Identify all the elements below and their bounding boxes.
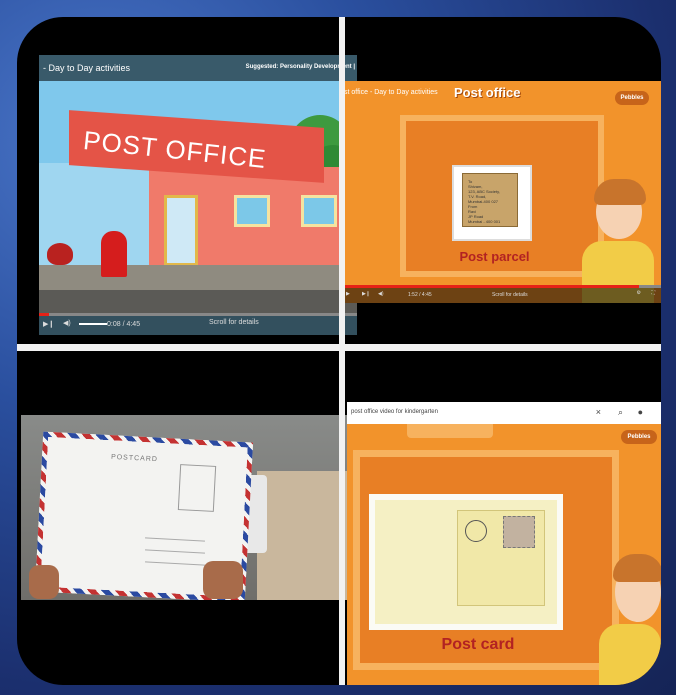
settings-icon[interactable]: ⚙ xyxy=(637,290,641,296)
collage-frame: POST OFFICE - Day to Day activities Sugg… xyxy=(17,17,661,685)
video-time: 0:08 / 4:45 xyxy=(107,321,141,328)
search-bar[interactable]: post office video for kindergarten × ⌕ ● xyxy=(347,402,661,424)
boy-character-hair xyxy=(613,554,661,582)
background-fabric xyxy=(257,471,347,600)
progress-fill xyxy=(39,313,49,316)
photo-panel-postcard: POSTCARD xyxy=(21,415,351,600)
search-input[interactable]: post office video for kindergarten xyxy=(351,409,438,415)
boy-character-hair xyxy=(594,179,646,205)
video-panel-post-parcel[interactable]: st office - Day to Day activities Post o… xyxy=(342,81,661,303)
next-icon[interactable]: ▶❙ xyxy=(362,291,370,297)
volume-slider[interactable] xyxy=(79,323,107,325)
play-icon[interactable]: ▶ xyxy=(346,291,350,297)
scene-title-tab xyxy=(407,424,493,438)
volume-icon[interactable]: ◀) xyxy=(378,291,384,297)
vertical-divider xyxy=(339,17,345,685)
door xyxy=(164,195,198,266)
video-panel-post-card[interactable]: post office video for kindergarten × ⌕ ●… xyxy=(347,402,661,685)
progress-bar[interactable] xyxy=(342,285,661,288)
video-panel-post-office[interactable]: POST OFFICE - Day to Day activities Sugg… xyxy=(39,55,357,335)
pebbles-logo: Pebbles xyxy=(615,91,649,105)
video-controls: ▶ ▶❙ ◀) 1:52 / 4:45 Scroll for details ⚙… xyxy=(342,285,661,303)
stamp-box xyxy=(177,464,217,512)
hand xyxy=(203,561,243,599)
scroll-hint[interactable]: Scroll for details xyxy=(492,292,528,298)
mail-bag xyxy=(47,243,73,265)
progress-fill xyxy=(342,285,639,288)
window xyxy=(301,195,337,227)
boy-character-body xyxy=(599,624,661,685)
hand xyxy=(29,565,59,599)
stamp-icon xyxy=(503,516,535,548)
road xyxy=(39,290,357,315)
video-controls: ▶❙ ◀) 0:08 / 4:45 Scroll for details xyxy=(39,313,357,335)
video-title-bar: - Day to Day activities Suggested: Perso… xyxy=(39,55,357,81)
microphone-icon[interactable]: ● xyxy=(638,407,643,417)
parcel-label: To Shivam, 123, ABC Society, T.V. Road, … xyxy=(468,179,501,224)
window xyxy=(234,195,270,227)
horizontal-divider xyxy=(17,344,661,351)
progress-bar[interactable] xyxy=(39,313,357,316)
caption-post-card: Post card xyxy=(441,636,515,653)
search-icon[interactable]: ⌕ xyxy=(618,407,623,418)
post-box xyxy=(101,231,127,277)
fullscreen-icon[interactable]: ⛶ xyxy=(651,290,655,296)
scroll-hint[interactable]: Scroll for details xyxy=(209,319,259,326)
scene-title: Post office xyxy=(454,85,521,100)
video-title[interactable]: st office - Day to Day activities xyxy=(344,89,438,96)
video-title[interactable]: - Day to Day activities xyxy=(43,63,130,73)
video-time: 1:52 / 4:45 xyxy=(408,292,432,298)
clear-icon[interactable]: × xyxy=(596,407,601,417)
play-pause-icon[interactable]: ▶❙ xyxy=(43,320,54,328)
volume-icon[interactable]: ◀) xyxy=(63,319,71,327)
postmark-icon xyxy=(465,520,487,542)
pebbles-logo: Pebbles xyxy=(621,430,657,444)
